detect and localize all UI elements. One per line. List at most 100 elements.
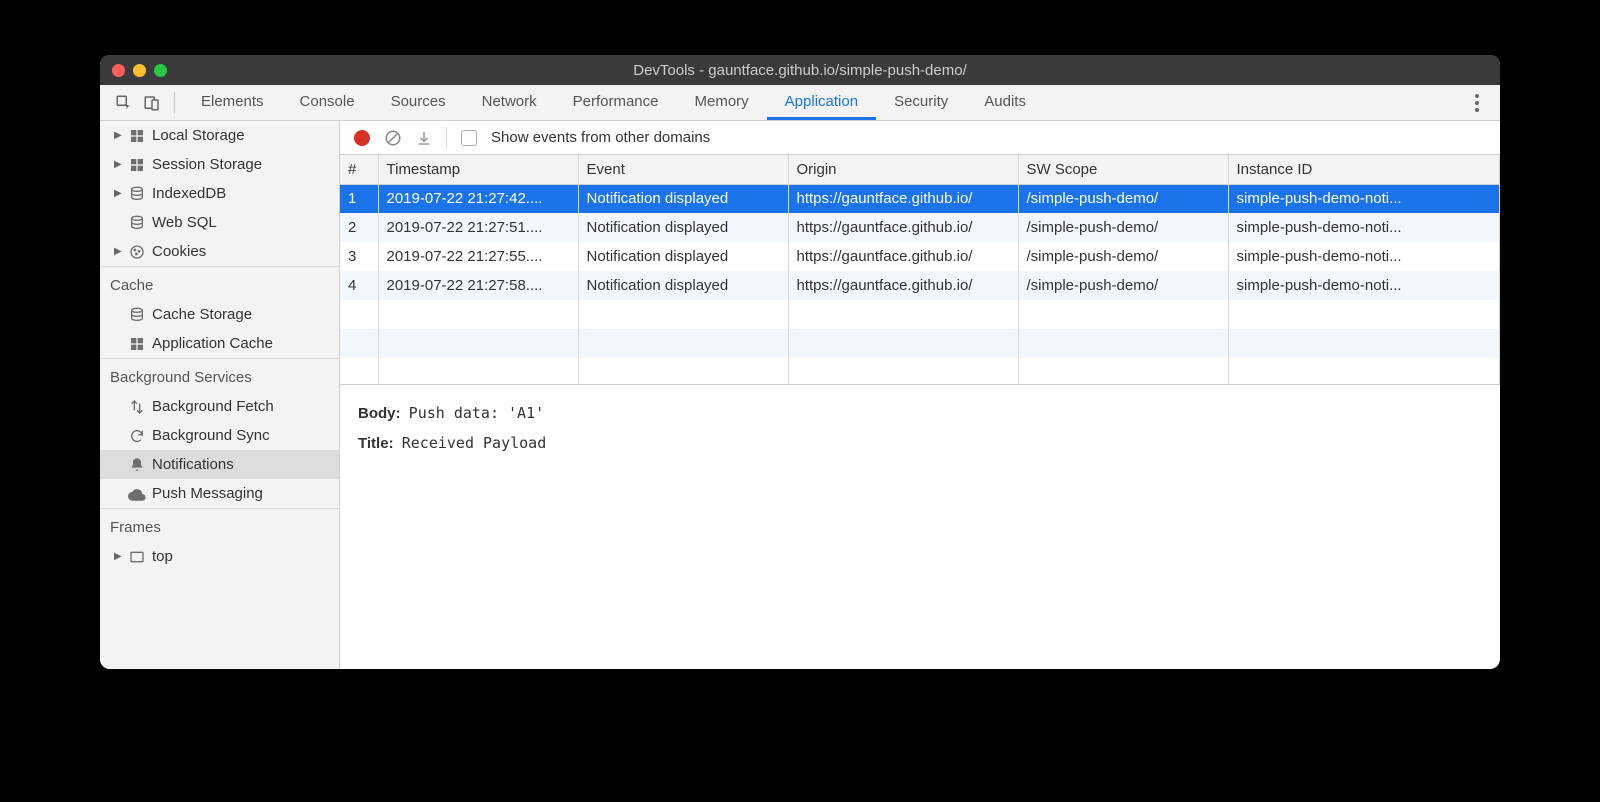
cell-or: https://gauntface.github.io/	[788, 242, 1018, 271]
table-row[interactable]: 32019-07-22 21:27:55....Notification dis…	[340, 242, 1500, 271]
refresh-icon	[128, 427, 146, 445]
cell-ts: 2019-07-22 21:27:51....	[378, 213, 578, 242]
tab-audits[interactable]: Audits	[966, 85, 1044, 120]
tab-elements[interactable]: Elements	[183, 85, 282, 120]
detail-title-label: Title:	[358, 435, 394, 452]
cell-or: https://gauntface.github.io/	[788, 271, 1018, 300]
clear-icon[interactable]	[384, 129, 402, 147]
detail-panel: Body: Push data: 'A1' Title: Received Pa…	[340, 385, 1500, 472]
sidebar-item-label: Cache Storage	[152, 306, 252, 323]
cell-sw: /simple-push-demo/	[1018, 213, 1228, 242]
maximize-window-button[interactable]	[154, 64, 167, 77]
tab-security[interactable]: Security	[876, 85, 966, 120]
cookie-icon	[128, 243, 146, 261]
sidebar-item-label: Application Cache	[152, 335, 273, 352]
column-header[interactable]: #	[340, 155, 378, 184]
expand-arrow-icon: ▶	[114, 551, 122, 562]
sidebar-item-label: Cookies	[152, 243, 206, 260]
download-icon[interactable]	[416, 130, 432, 146]
events-table: #TimestampEventOriginSW ScopeInstance ID…	[340, 155, 1500, 385]
toolbar: Show events from other domains	[340, 121, 1500, 155]
close-window-button[interactable]	[112, 64, 125, 77]
cell-ev: Notification displayed	[578, 213, 788, 242]
cell-id: simple-push-demo-noti...	[1228, 242, 1500, 271]
grid-icon	[128, 127, 146, 145]
sidebar-item-label: Background Sync	[152, 427, 270, 444]
cell-sw: /simple-push-demo/	[1018, 271, 1228, 300]
window-title: DevTools - gauntface.github.io/simple-pu…	[633, 62, 967, 79]
inspect-element-icon[interactable]	[110, 89, 138, 117]
cell-sw: /simple-push-demo/	[1018, 184, 1228, 213]
bell-icon	[128, 456, 146, 474]
table-row[interactable]: 12019-07-22 21:27:42....Notification dis…	[340, 184, 1500, 213]
more-menu-icon[interactable]	[1464, 93, 1490, 113]
cell-sw: /simple-push-demo/	[1018, 242, 1228, 271]
show-events-label: Show events from other domains	[491, 129, 710, 146]
sidebar-section-frames: Frames	[100, 508, 339, 542]
sidebar-item-cookies[interactable]: ▶ Cookies	[100, 237, 339, 266]
cell-id: simple-push-demo-noti...	[1228, 213, 1500, 242]
grid-icon	[128, 335, 146, 353]
sidebar-section-bg-services: Background Services	[100, 358, 339, 392]
detail-body-value: Push data: 'A1'	[409, 404, 544, 422]
table-row-empty	[340, 329, 1500, 358]
column-header[interactable]: Origin	[788, 155, 1018, 184]
device-toggle-icon[interactable]	[138, 89, 166, 117]
expand-arrow-icon: ▶	[114, 246, 122, 257]
sidebar-item-label: Session Storage	[152, 156, 262, 173]
cell-or: https://gauntface.github.io/	[788, 213, 1018, 242]
tab-memory[interactable]: Memory	[677, 85, 767, 120]
detail-title-value: Received Payload	[402, 434, 547, 452]
sidebar-item-label: Background Fetch	[152, 398, 274, 415]
table-row-empty	[340, 300, 1500, 329]
cell-id: simple-push-demo-noti...	[1228, 271, 1500, 300]
sidebar-item-notifications[interactable]: Notifications	[100, 450, 339, 479]
column-header[interactable]: Instance ID	[1228, 155, 1500, 184]
db-icon	[128, 306, 146, 324]
sidebar-item-label: top	[152, 548, 173, 565]
cell-ev: Notification displayed	[578, 184, 788, 213]
sidebar-item-web-sql[interactable]: Web SQL	[100, 208, 339, 237]
tab-network[interactable]: Network	[464, 85, 555, 120]
sidebar-item-application-cache[interactable]: Application Cache	[100, 329, 339, 358]
top-tabs: ElementsConsoleSourcesNetworkPerformance…	[100, 85, 1500, 121]
cell-ev: Notification displayed	[578, 242, 788, 271]
sidebar-item-cache-storage[interactable]: Cache Storage	[100, 300, 339, 329]
sidebar-item-background-sync[interactable]: Background Sync	[100, 421, 339, 450]
column-header[interactable]: Event	[578, 155, 788, 184]
table-row[interactable]: 22019-07-22 21:27:51....Notification dis…	[340, 213, 1500, 242]
divider	[446, 127, 447, 149]
cell-id: simple-push-demo-noti...	[1228, 184, 1500, 213]
show-events-checkbox[interactable]	[461, 130, 477, 146]
titlebar: DevTools - gauntface.github.io/simple-pu…	[100, 55, 1500, 85]
grid-icon	[128, 156, 146, 174]
sidebar-item-session-storage[interactable]: ▶Session Storage	[100, 150, 339, 179]
db-icon	[128, 214, 146, 232]
tab-performance[interactable]: Performance	[555, 85, 677, 120]
updown-icon	[128, 398, 146, 416]
table-row-empty	[340, 358, 1500, 385]
tab-console[interactable]: Console	[282, 85, 373, 120]
sidebar-item-push-messaging[interactable]: Push Messaging	[100, 479, 339, 508]
tab-application[interactable]: Application	[767, 85, 876, 120]
main-panel: Show events from other domains #Timestam…	[340, 121, 1500, 669]
cell-ts: 2019-07-22 21:27:58....	[378, 271, 578, 300]
sidebar-item-top[interactable]: ▶ top	[100, 542, 339, 571]
cell-n: 1	[340, 184, 378, 213]
db-icon	[128, 185, 146, 203]
sidebar-item-local-storage[interactable]: ▶Local Storage	[100, 121, 339, 150]
minimize-window-button[interactable]	[133, 64, 146, 77]
cell-n: 3	[340, 242, 378, 271]
column-header[interactable]: SW Scope	[1018, 155, 1228, 184]
sidebar-item-background-fetch[interactable]: Background Fetch	[100, 392, 339, 421]
table-row[interactable]: 42019-07-22 21:27:58....Notification dis…	[340, 271, 1500, 300]
cell-ts: 2019-07-22 21:27:42....	[378, 184, 578, 213]
sidebar-item-indexeddb[interactable]: ▶IndexedDB	[100, 179, 339, 208]
sidebar-item-label: IndexedDB	[152, 185, 226, 202]
record-button[interactable]	[354, 130, 370, 146]
cell-ev: Notification displayed	[578, 271, 788, 300]
devtools-window: DevTools - gauntface.github.io/simple-pu…	[100, 55, 1500, 669]
column-header[interactable]: Timestamp	[378, 155, 578, 184]
sidebar-item-label: Local Storage	[152, 127, 245, 144]
tab-sources[interactable]: Sources	[373, 85, 464, 120]
